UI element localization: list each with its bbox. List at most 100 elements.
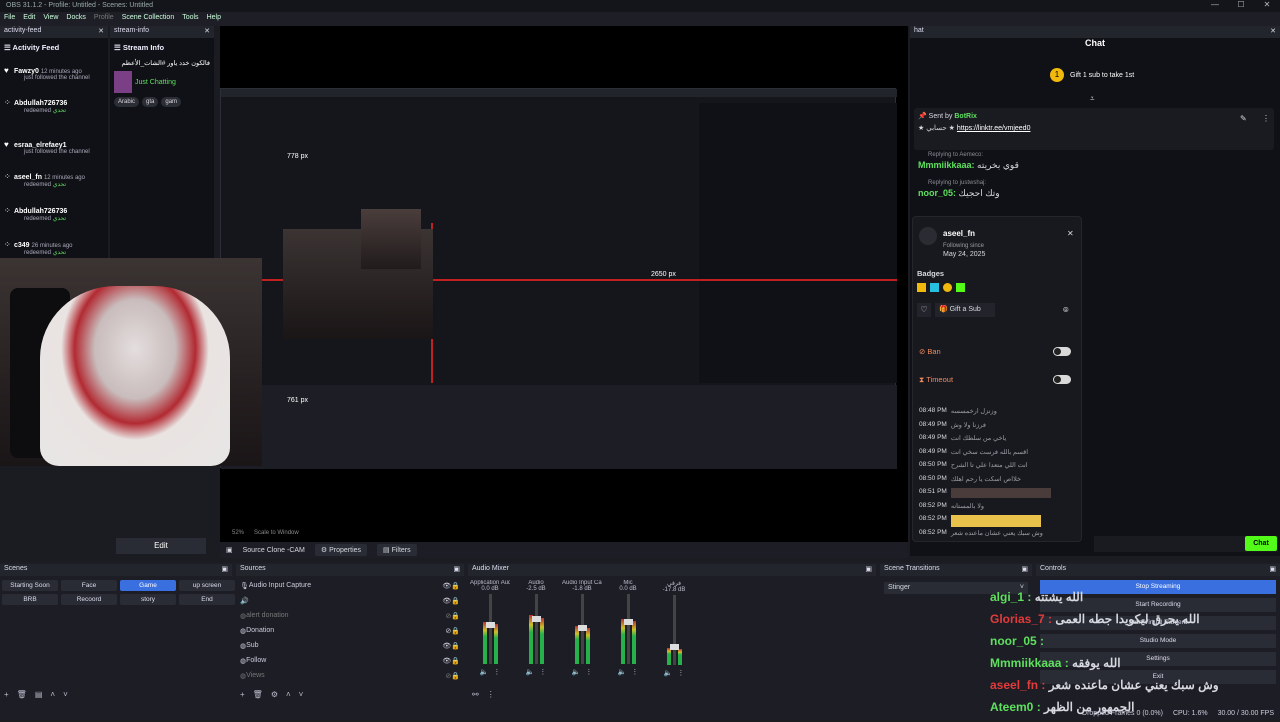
scene-face[interactable]: Face: [61, 580, 117, 591]
source-item[interactable]: 🔊 👁 🔒: [240, 593, 460, 608]
lock-icon[interactable]: 🔒: [451, 612, 460, 620]
gift-banner[interactable]: 1 Gift 1 sub to take 1st: [1050, 68, 1134, 82]
gear-icon[interactable]: ⚙: [271, 690, 278, 699]
scene-starting-soon[interactable]: Starting Soon: [2, 580, 58, 591]
source-item[interactable]: ◍ Sub 👁 🔒: [240, 638, 460, 653]
tag-chip[interactable]: Arabic: [114, 97, 140, 107]
scene-recoord[interactable]: Recoord: [61, 594, 117, 605]
close-icon[interactable]: ✕: [1067, 229, 1074, 238]
menu-file[interactable]: File: [4, 14, 15, 24]
minimize-icon[interactable]: —: [1202, 0, 1228, 12]
scene-story[interactable]: story: [120, 594, 176, 605]
menu-edit[interactable]: Edit: [23, 14, 35, 24]
close-icon[interactable]: ✕: [204, 27, 210, 37]
down-icon[interactable]: ˅: [63, 690, 68, 699]
filters-button[interactable]: ▤ Filters: [377, 544, 417, 556]
dock-menu-icon[interactable]: ▣: [221, 565, 228, 575]
add-icon[interactable]: +: [240, 690, 245, 699]
more-icon[interactable]: ⋮: [1262, 114, 1270, 123]
speaker-icon[interactable]: 🔈: [664, 669, 673, 677]
up-icon[interactable]: ˄: [50, 690, 55, 699]
delete-icon[interactable]: 🗑: [17, 690, 27, 699]
dock-menu-icon[interactable]: ▣: [1021, 565, 1028, 575]
ban-label: ⊘ Ban: [919, 347, 941, 356]
scene-end[interactable]: End: [179, 594, 235, 605]
speaker-icon[interactable]: 🔈: [480, 668, 489, 676]
volume-slider[interactable]: [623, 594, 633, 664]
maximize-icon[interactable]: ☐: [1228, 0, 1254, 12]
chat-send-button[interactable]: Chat: [1245, 536, 1277, 551]
eye-icon[interactable]: 👁: [442, 597, 451, 605]
close-icon[interactable]: ✕: [1254, 0, 1280, 12]
scene-brb[interactable]: BRB: [2, 594, 58, 605]
chat-title: Chat: [1085, 38, 1105, 48]
close-icon[interactable]: ✕: [98, 27, 104, 37]
pin-icon[interactable]: ⦾: [1063, 307, 1069, 315]
delete-icon[interactable]: 🗑: [253, 690, 263, 699]
properties-button[interactable]: ⚙ Properties: [314, 544, 368, 556]
lock-icon[interactable]: 🔒: [451, 582, 460, 590]
eye-icon[interactable]: 👁: [442, 657, 451, 665]
lock-icon[interactable]: 🔒: [451, 672, 460, 680]
menu-profile[interactable]: Profile: [94, 14, 114, 24]
channel-db: 0.0 dB: [481, 586, 499, 592]
eye-icon[interactable]: 👁: [442, 582, 451, 590]
follow-heart-icon[interactable]: ♡: [917, 303, 931, 317]
more-icon[interactable]: ⋮: [631, 668, 638, 676]
link-icon[interactable]: ⚯: [472, 690, 479, 699]
filter-icon[interactable]: ▤: [35, 690, 43, 699]
volume-slider[interactable]: [577, 594, 587, 664]
menu-scene-collection[interactable]: Scene Collection: [122, 14, 175, 24]
pin-toggle-icon[interactable]: ✎: [1240, 114, 1247, 123]
collapse-icon[interactable]: ⩡: [1090, 94, 1095, 104]
dock-menu-icon[interactable]: ▣: [1269, 565, 1276, 575]
speaker-icon[interactable]: 🔈: [526, 668, 535, 676]
more-icon[interactable]: ⋮: [493, 668, 500, 676]
source-item[interactable]: ◍ Views ⊘ 🔒: [240, 668, 460, 683]
menu-docks[interactable]: Docks: [66, 14, 85, 24]
tag-chip[interactable]: gam: [161, 97, 182, 107]
stream-category[interactable]: Just Chatting: [135, 79, 176, 86]
volume-slider[interactable]: [485, 594, 495, 664]
webcam-feed: [0, 258, 262, 466]
close-icon[interactable]: ✕: [1270, 27, 1276, 37]
speaker-icon[interactable]: 🔈: [572, 668, 581, 676]
overlay-chat-line: Glorias_7 : الله يحرق ليكويدا جطه العمى: [990, 612, 1200, 626]
down-icon[interactable]: ˅: [299, 690, 304, 699]
menu-help[interactable]: Help: [207, 14, 221, 24]
volume-slider[interactable]: [531, 594, 541, 664]
more-icon[interactable]: ⋮: [487, 690, 495, 699]
more-icon[interactable]: ⋮: [677, 669, 684, 677]
eye-icon[interactable]: 👁: [442, 642, 451, 650]
menu-tools[interactable]: Tools: [182, 14, 198, 24]
source-item[interactable]: ◍ Donation ⊘ 🔒: [240, 623, 460, 638]
volume-slider[interactable]: [669, 595, 679, 665]
lock-icon[interactable]: 🔒: [451, 627, 460, 635]
scene-up-screen[interactable]: up screen: [179, 580, 235, 591]
ban-toggle[interactable]: [1053, 347, 1071, 356]
lock-icon[interactable]: 🔒: [451, 642, 460, 650]
menu-icon: ☰: [4, 43, 13, 52]
timeout-toggle[interactable]: [1053, 375, 1071, 384]
up-icon[interactable]: ˄: [286, 690, 291, 699]
lock-icon[interactable]: 🔒: [451, 657, 460, 665]
pinned-link[interactable]: https://linktr.ee/vmjeed0: [957, 125, 1031, 132]
source-item[interactable]: 🎙 Audio Input Capture 👁 🔒: [240, 578, 460, 593]
dock-menu-icon[interactable]: ▣: [865, 565, 872, 575]
source-name: Source Clone -CAM: [242, 546, 305, 554]
lock-icon[interactable]: 🔒: [451, 597, 460, 605]
scene-game[interactable]: Game: [120, 580, 176, 591]
gift-sub-button[interactable]: 🎁 Gift a Sub: [935, 303, 995, 317]
reply-context: Replying to Aemeco:: [928, 152, 984, 158]
more-icon[interactable]: ⋮: [539, 668, 546, 676]
tag-chip[interactable]: gta: [142, 97, 159, 107]
dock-menu-icon[interactable]: ▣: [453, 565, 460, 575]
more-icon[interactable]: ⋮: [585, 668, 592, 676]
source-item[interactable]: ◍ alert donation ⊘ 🔒: [240, 608, 460, 623]
source-item[interactable]: ◍ Follow 👁 🔒: [240, 653, 460, 668]
speaker-icon[interactable]: 🔈: [618, 668, 627, 676]
feed-item: ♥ Fawzy0 12 minutes ago just followed the…: [4, 66, 90, 81]
add-icon[interactable]: +: [4, 690, 9, 699]
menu-view[interactable]: View: [43, 14, 58, 24]
edit-button[interactable]: Edit: [116, 538, 206, 554]
